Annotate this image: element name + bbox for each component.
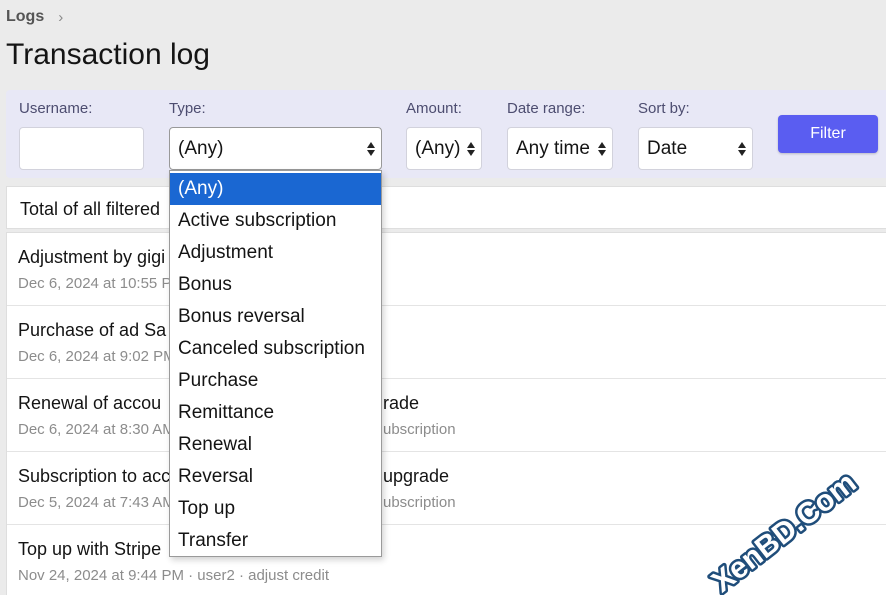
transaction-title[interactable]: Adjustment by gigi <box>18 247 165 268</box>
type-option-bonus[interactable]: Bonus <box>170 269 381 301</box>
type-select[interactable]: (Any) <box>169 127 382 170</box>
breadcrumb-logs-link[interactable]: Logs <box>6 8 44 26</box>
type-option-canceled-subscription[interactable]: Canceled subscription <box>170 333 381 365</box>
type-option-bonus-reversal[interactable]: Bonus reversal <box>170 301 381 333</box>
type-dropdown-list: (Any) Active subscription Adjustment Bon… <box>169 170 382 557</box>
transaction-meta: Dec 6, 2024 at 10:55 P <box>18 275 172 292</box>
transaction-row[interactable]: Renewal of accou rade Dec 6, 2024 at 8:3… <box>7 379 886 452</box>
type-option-purchase[interactable]: Purchase <box>170 365 381 397</box>
transaction-list: Adjustment by gigi Dec 6, 2024 at 10:55 … <box>6 232 886 595</box>
date-range-label: Date range: <box>507 100 586 117</box>
type-option-top-up[interactable]: Top up <box>170 493 381 525</box>
date-range-select[interactable]: Any time <box>507 127 613 170</box>
username-label: Username: <box>19 100 93 117</box>
transaction-row[interactable]: Top up with Stripe Nov 24, 2024 at 9:44 … <box>7 525 886 595</box>
transaction-meta-tail: ubscription <box>383 421 456 438</box>
amount-label: Amount: <box>406 100 462 117</box>
transaction-row[interactable]: Subscription to acc upgrade Dec 5, 2024 … <box>7 452 886 525</box>
sort-by-label: Sort by: <box>638 100 690 117</box>
select-arrows-icon <box>466 139 476 159</box>
transaction-title[interactable]: Subscription to acc <box>18 466 170 487</box>
transaction-meta: Nov 24, 2024 at 9:44 PM · user2 · adjust… <box>18 567 329 584</box>
type-option-transfer[interactable]: Transfer <box>170 525 381 557</box>
breadcrumb: Logs › <box>6 8 63 26</box>
transaction-meta: Dec 6, 2024 at 9:02 PM <box>18 348 176 365</box>
transaction-title-tail[interactable]: upgrade <box>383 466 449 487</box>
select-arrows-icon <box>737 139 747 159</box>
type-option-adjustment[interactable]: Adjustment <box>170 237 381 269</box>
type-option-active-subscription[interactable]: Active subscription <box>170 205 381 237</box>
type-label: Type: <box>169 100 206 117</box>
date-range-select-value: Any time <box>516 137 590 159</box>
page-title: Transaction log <box>6 38 210 71</box>
sort-by-select[interactable]: Date <box>638 127 753 170</box>
chevron-right-icon: › <box>58 8 64 26</box>
total-text: Total of all filtered <box>20 199 161 219</box>
type-option-reversal[interactable]: Reversal <box>170 461 381 493</box>
total-row: Total of all filtered <box>6 186 886 229</box>
transaction-meta-tail: ubscription <box>383 494 456 511</box>
select-arrows-icon <box>366 139 376 159</box>
filter-button[interactable]: Filter <box>778 115 878 153</box>
transaction-row[interactable]: Adjustment by gigi Dec 6, 2024 at 10:55 … <box>7 233 886 306</box>
type-option-any[interactable]: (Any) <box>170 173 381 205</box>
amount-select-value: (Any) <box>415 137 461 159</box>
transaction-title-tail[interactable]: rade <box>383 393 419 414</box>
filter-bar: Username: Type: (Any) Amount: (Any) Date… <box>6 90 886 178</box>
type-option-remittance[interactable]: Remittance <box>170 397 381 429</box>
transaction-meta: Dec 5, 2024 at 7:43 AM <box>18 494 175 511</box>
transaction-title[interactable]: Purchase of ad Sa <box>18 320 166 341</box>
transaction-meta: Dec 6, 2024 at 8:30 AM <box>18 421 175 438</box>
username-input[interactable] <box>19 127 144 170</box>
amount-select[interactable]: (Any) <box>406 127 482 170</box>
select-arrows-icon <box>597 139 607 159</box>
sort-by-select-value: Date <box>647 137 688 159</box>
transaction-title[interactable]: Top up with Stripe <box>18 539 161 560</box>
transaction-row[interactable]: Purchase of ad Sa Dec 6, 2024 at 9:02 PM <box>7 306 886 379</box>
type-select-value: (Any) <box>178 137 224 159</box>
type-option-renewal[interactable]: Renewal <box>170 429 381 461</box>
transaction-title[interactable]: Renewal of accou <box>18 393 161 414</box>
